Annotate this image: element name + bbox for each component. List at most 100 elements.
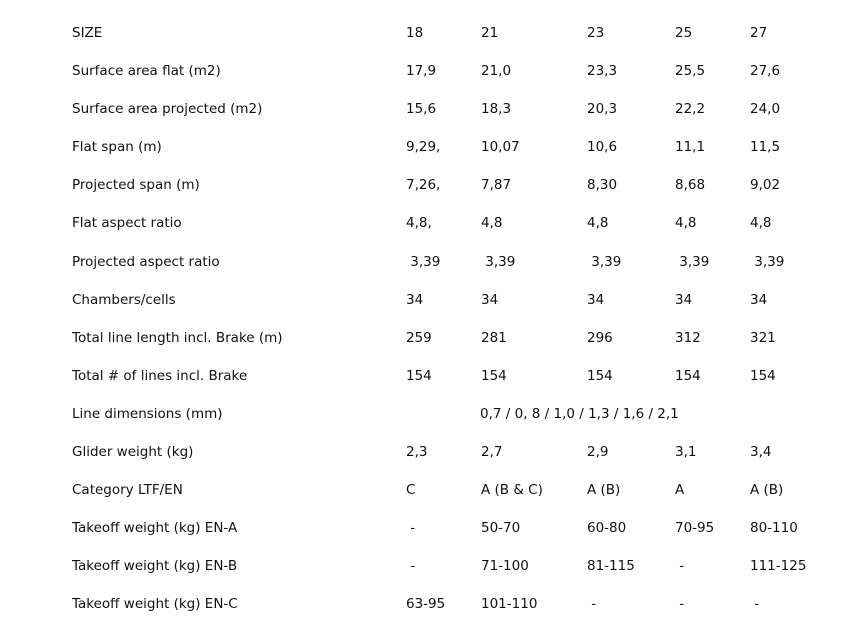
row-label: Category LTF/EN [72, 482, 183, 499]
cell-value: 20,3 [587, 101, 618, 118]
cell-value: 34 [587, 291, 605, 308]
cell-value: 18 [406, 25, 424, 41]
cell-value: 3,4 [750, 444, 772, 461]
cell-value: 2,9 [587, 444, 609, 461]
row-label: SIZE [72, 25, 103, 41]
table-row-line-dimensions: Line dimensions (mm) 0,7 / 0, 8 / 1,0 / … [0, 395, 850, 433]
cell-value: 34 [406, 291, 424, 308]
cell-value: 2,3 [406, 444, 428, 461]
cell-value-spanning: 0,7 / 0, 8 / 1,0 / 1,3 / 1,6 / 2,1 [480, 405, 679, 422]
table-row: Flat aspect ratio 4,8, 4,8 4,8 4,8 4,8 [0, 204, 850, 242]
row-label: Surface area projected (m2) [72, 101, 263, 118]
row-label: Chambers/cells [72, 291, 176, 308]
table-row: Takeoff weight (kg) EN-C 63-95 101-110 -… [0, 585, 850, 623]
cell-value: 7,87 [481, 177, 512, 194]
cell-value: 9,02 [750, 177, 781, 194]
table-row: Glider weight (kg) 2,3 2,7 2,9 3,1 3,4 [0, 433, 850, 471]
row-label: Total # of lines incl. Brake [72, 367, 248, 384]
cell-value: 25 [675, 25, 693, 41]
cell-value: 23 [587, 25, 605, 41]
row-label: Surface area flat (m2) [72, 63, 221, 80]
cell-value: 154 [406, 367, 432, 384]
cell-value: 11,1 [675, 139, 706, 156]
cell-value: 18,3 [481, 101, 512, 118]
cell-value: 281 [481, 329, 507, 346]
cell-value: 34 [675, 291, 693, 308]
cell-value: 8,68 [675, 177, 706, 194]
spec-table: SIZE 18 21 23 25 27 Surface area flat (m… [0, 14, 850, 624]
row-label: Takeoff weight (kg) EN-B [72, 558, 238, 575]
row-label: Takeoff weight (kg) EN-C [72, 596, 238, 613]
cell-value: 154 [481, 367, 507, 384]
row-label: Takeoff weight (kg) EN-A [72, 520, 238, 537]
cell-value: 11,5 [750, 139, 781, 156]
cell-value: 71-100 [481, 558, 529, 575]
cell-value: 3,39 [481, 253, 516, 270]
cell-value: 34 [750, 291, 768, 308]
table-row: Takeoff weight (kg) EN-A - 50-70 60-80 7… [0, 509, 850, 547]
cell-value: 7,26, [406, 177, 441, 194]
table-row: Category LTF/EN C A (B & C) A (B) A A (B… [0, 471, 850, 509]
table-row: Surface area flat (m2) 17,9 21,0 23,3 25… [0, 52, 850, 90]
cell-value: 21,0 [481, 63, 512, 80]
cell-value: 2,7 [481, 444, 503, 461]
cell-value: 154 [750, 367, 776, 384]
cell-value: 4,8 [750, 215, 772, 232]
cell-value: A (B & C) [481, 482, 543, 499]
cell-value: - [406, 520, 416, 537]
row-label: Projected aspect ratio [72, 253, 220, 270]
cell-value: A (B) [750, 482, 784, 499]
cell-value: 3,39 [675, 253, 710, 270]
table-row: Total line length incl. Brake (m) 259 28… [0, 319, 850, 357]
cell-value: 154 [587, 367, 613, 384]
cell-value: 296 [587, 329, 613, 346]
cell-value: 4,8 [481, 215, 503, 232]
cell-value: 63-95 [406, 596, 446, 613]
cell-value: 10,6 [587, 139, 618, 156]
cell-value: 27,6 [750, 63, 781, 80]
table-row: Projected span (m) 7,26, 7,87 8,30 8,68 … [0, 166, 850, 204]
cell-value: 70-95 [675, 520, 715, 537]
cell-value: - [587, 596, 597, 613]
cell-value: C [406, 482, 416, 499]
cell-value: A (B) [587, 482, 621, 499]
cell-value: - [406, 558, 416, 575]
row-label: Flat span (m) [72, 139, 162, 156]
cell-value: 4,8 [675, 215, 697, 232]
cell-value: 8,30 [587, 177, 618, 194]
cell-value: 27 [750, 25, 768, 41]
row-label: Flat aspect ratio [72, 215, 182, 232]
table-row: Projected aspect ratio 3,39 3,39 3,39 3,… [0, 243, 850, 281]
cell-value: 21 [481, 25, 499, 41]
cell-value: 111-125 [750, 558, 807, 575]
cell-value: 3,39 [587, 253, 622, 270]
cell-value: 25,5 [675, 63, 706, 80]
cell-value: 4,8, [406, 215, 432, 232]
table-row: Takeoff weight (kg) EN-B - 71-100 81-115… [0, 547, 850, 585]
cell-value: 101-110 [481, 596, 538, 613]
cell-value: 60-80 [587, 520, 627, 537]
table-row: Total # of lines incl. Brake 154 154 154… [0, 357, 850, 395]
table-row: Flat span (m) 9,29, 10,07 10,6 11,1 11,5 [0, 128, 850, 166]
row-label: Projected span (m) [72, 177, 200, 194]
cell-value: 259 [406, 329, 432, 346]
row-label: Total line length incl. Brake (m) [72, 329, 283, 346]
cell-value: 17,9 [406, 63, 437, 80]
cell-value: 24,0 [750, 101, 781, 118]
cell-value: 9,29, [406, 139, 441, 156]
table-row-size: SIZE 18 21 23 25 27 [0, 14, 850, 52]
cell-value: 4,8 [587, 215, 609, 232]
cell-value: 50-70 [481, 520, 521, 537]
cell-value: - [675, 558, 685, 575]
cell-value: - [675, 596, 685, 613]
cell-value: 10,07 [481, 139, 520, 156]
row-label: Glider weight (kg) [72, 444, 194, 461]
cell-value: 321 [750, 329, 776, 346]
cell-value: 22,2 [675, 101, 706, 118]
cell-value: 312 [675, 329, 701, 346]
row-label: Line dimensions (mm) [72, 405, 223, 422]
cell-value: 81-115 [587, 558, 635, 575]
table-row: Surface area projected (m2) 15,6 18,3 20… [0, 90, 850, 128]
cell-value: 23,3 [587, 63, 618, 80]
cell-value: 154 [675, 367, 701, 384]
